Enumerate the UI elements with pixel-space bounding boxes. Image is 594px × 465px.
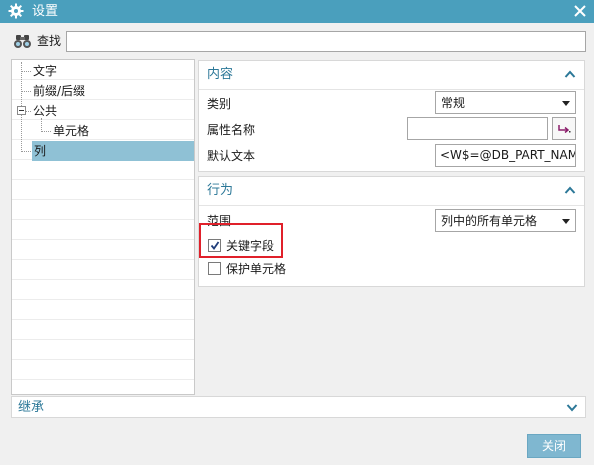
tree-row <box>12 360 194 380</box>
chevron-down-icon[interactable] <box>566 403 578 413</box>
tree-row <box>12 180 194 200</box>
tree-row <box>12 260 194 280</box>
tree-item-common[interactable]: 公共 <box>33 102 57 120</box>
protect-cells-label[interactable]: 保护单元格 <box>226 262 286 276</box>
annotation-highlight-box <box>199 223 283 258</box>
attribute-name-label: 属性名称 <box>207 123 256 137</box>
tree-connector <box>21 91 31 92</box>
section-divider <box>199 89 584 90</box>
close-button[interactable]: 关闭 <box>527 434 581 458</box>
tree-selection-highlight <box>32 141 194 161</box>
close-icon[interactable] <box>572 3 588 19</box>
tree-connector <box>21 71 31 72</box>
tree-connector <box>41 131 51 132</box>
tree-item-column[interactable]: 列 <box>34 142 46 160</box>
chevron-down-icon <box>562 219 570 224</box>
content-section: 内容 类别 常规 属性名称 默认文本 <W$=@DB_PART_NAM <box>198 60 585 172</box>
default-text-field[interactable]: <W$=@DB_PART_NAM <box>435 144 576 167</box>
tree-row <box>12 320 194 340</box>
behavior-section-title[interactable]: 行为 <box>207 183 233 199</box>
category-label: 类别 <box>207 97 232 111</box>
category-select[interactable]: 常规 <box>435 91 576 114</box>
tree-row <box>12 300 194 320</box>
default-text-label: 默认文本 <box>207 149 256 163</box>
scope-value: 列中的所有单元格 <box>441 214 538 228</box>
chevron-down-icon <box>562 101 570 106</box>
tree-row <box>12 160 194 180</box>
tree-item-prefix-suffix[interactable]: 前缀/后缀 <box>33 82 85 100</box>
settings-tree: 文字 前缀/后缀 公共 单元格 列 <box>11 59 195 395</box>
gear-icon <box>8 3 24 19</box>
tree-row <box>12 340 194 360</box>
tree-item-text[interactable]: 文字 <box>33 62 57 80</box>
tree-connector <box>41 118 42 132</box>
tree-item-cell[interactable]: 单元格 <box>53 122 89 140</box>
binoculars-icon <box>14 35 31 48</box>
attribute-name-field[interactable] <box>407 117 548 140</box>
collapse-icon[interactable] <box>17 106 26 115</box>
category-value: 常规 <box>441 96 466 110</box>
tree-row <box>12 120 194 140</box>
content-section-title[interactable]: 内容 <box>207 67 233 83</box>
search-row: 查找 <box>0 23 594 59</box>
tree-row <box>12 240 194 260</box>
insert-arrow-icon <box>558 125 571 134</box>
chevron-up-icon[interactable] <box>564 185 576 195</box>
tree-connector <box>26 111 31 112</box>
protect-cells-checkbox[interactable] <box>208 262 221 275</box>
search-input[interactable] <box>66 31 586 52</box>
title-bar: 设置 <box>0 0 594 23</box>
inherit-section-title[interactable]: 继承 <box>18 400 44 416</box>
window-title: 设置 <box>32 4 59 19</box>
inherit-section[interactable]: 继承 <box>11 396 586 418</box>
search-label: 查找 <box>37 34 62 48</box>
tree-connector <box>21 151 31 152</box>
scope-select[interactable]: 列中的所有单元格 <box>435 209 576 232</box>
tree-row <box>12 200 194 220</box>
tree-row <box>12 220 194 240</box>
section-divider <box>199 205 584 206</box>
tree-row <box>12 280 194 300</box>
attribute-browse-button[interactable] <box>552 117 576 140</box>
chevron-up-icon[interactable] <box>564 69 576 79</box>
